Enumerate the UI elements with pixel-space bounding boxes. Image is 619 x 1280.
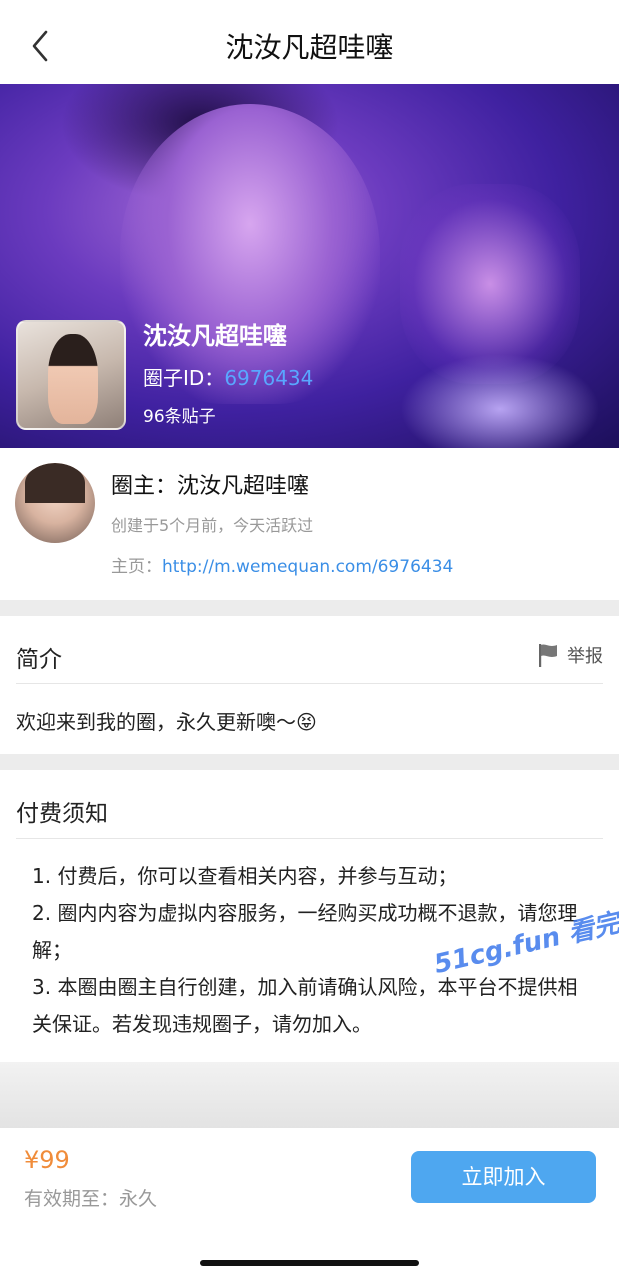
circle-info: 沈汝凡超哇噻 圈子ID：6976434 96条贴子: [143, 320, 313, 430]
home-indicator: [200, 1260, 419, 1266]
report-label: 举报: [567, 646, 603, 667]
flag-icon: [539, 644, 557, 667]
homepage-link[interactable]: http://m.wemequan.com/6976434: [162, 557, 453, 577]
join-button[interactable]: 立即加入: [411, 1151, 596, 1203]
intro-section: 简介 举报 欢迎来到我的圈，永久更新噢～😝: [0, 616, 619, 754]
circle-banner: 沈汝凡超哇噻 圈子ID：6976434 96条贴子: [0, 84, 619, 448]
circle-cover-image[interactable]: [16, 320, 126, 430]
report-button[interactable]: 举报: [537, 642, 603, 668]
circle-id-value: 6976434: [224, 366, 314, 390]
owner-homepage: 主页：http://m.wemequan.com/6976434: [111, 552, 453, 577]
intro-text: 欢迎来到我的圈，永久更新噢～😝: [16, 710, 317, 734]
circle-id-label: 圈子ID：: [143, 366, 225, 390]
circle-name: 沈汝凡超哇噻: [143, 322, 287, 350]
page-title: 沈汝凡超哇噻: [225, 31, 394, 64]
notice-item: 1. 付费后，你可以查看相关内容，并参与互动；: [32, 864, 458, 888]
section-divider: [0, 754, 619, 770]
owner-section: 圈主：沈汝凡超哇噻 创建于5个月前，今天活跃过 主页：http://m.weme…: [0, 448, 619, 600]
owner-activity: 创建于5个月前，今天活跃过: [111, 516, 314, 535]
notice-heading: 付费须知: [16, 801, 108, 827]
owner-name: 圈主：沈汝凡超哇噻: [111, 474, 310, 499]
section-divider: [0, 600, 619, 616]
post-count: 96条贴子: [143, 407, 216, 427]
homepage-label: 主页：: [111, 557, 162, 577]
nav-bar: 沈汝凡超哇噻: [0, 0, 619, 84]
notice-item: 3. 本圈由圈主自行创建，加入前请确认风险，本平台不提供相关保证。若发现违规圈子…: [32, 975, 578, 1036]
price: ¥99: [24, 1146, 70, 1174]
payment-notice-section: 付费须知 1. 付费后，你可以查看相关内容，并参与互动； 2. 圈内内容为虚拟内…: [0, 770, 619, 1062]
purchase-footer: ¥99 有效期至：永久 立即加入: [0, 1128, 619, 1280]
intro-heading: 简介: [16, 647, 62, 673]
circle-id-row: 圈子ID：6976434: [143, 364, 313, 392]
owner-avatar[interactable]: [15, 463, 95, 543]
validity: 有效期至：永久: [24, 1188, 158, 1210]
